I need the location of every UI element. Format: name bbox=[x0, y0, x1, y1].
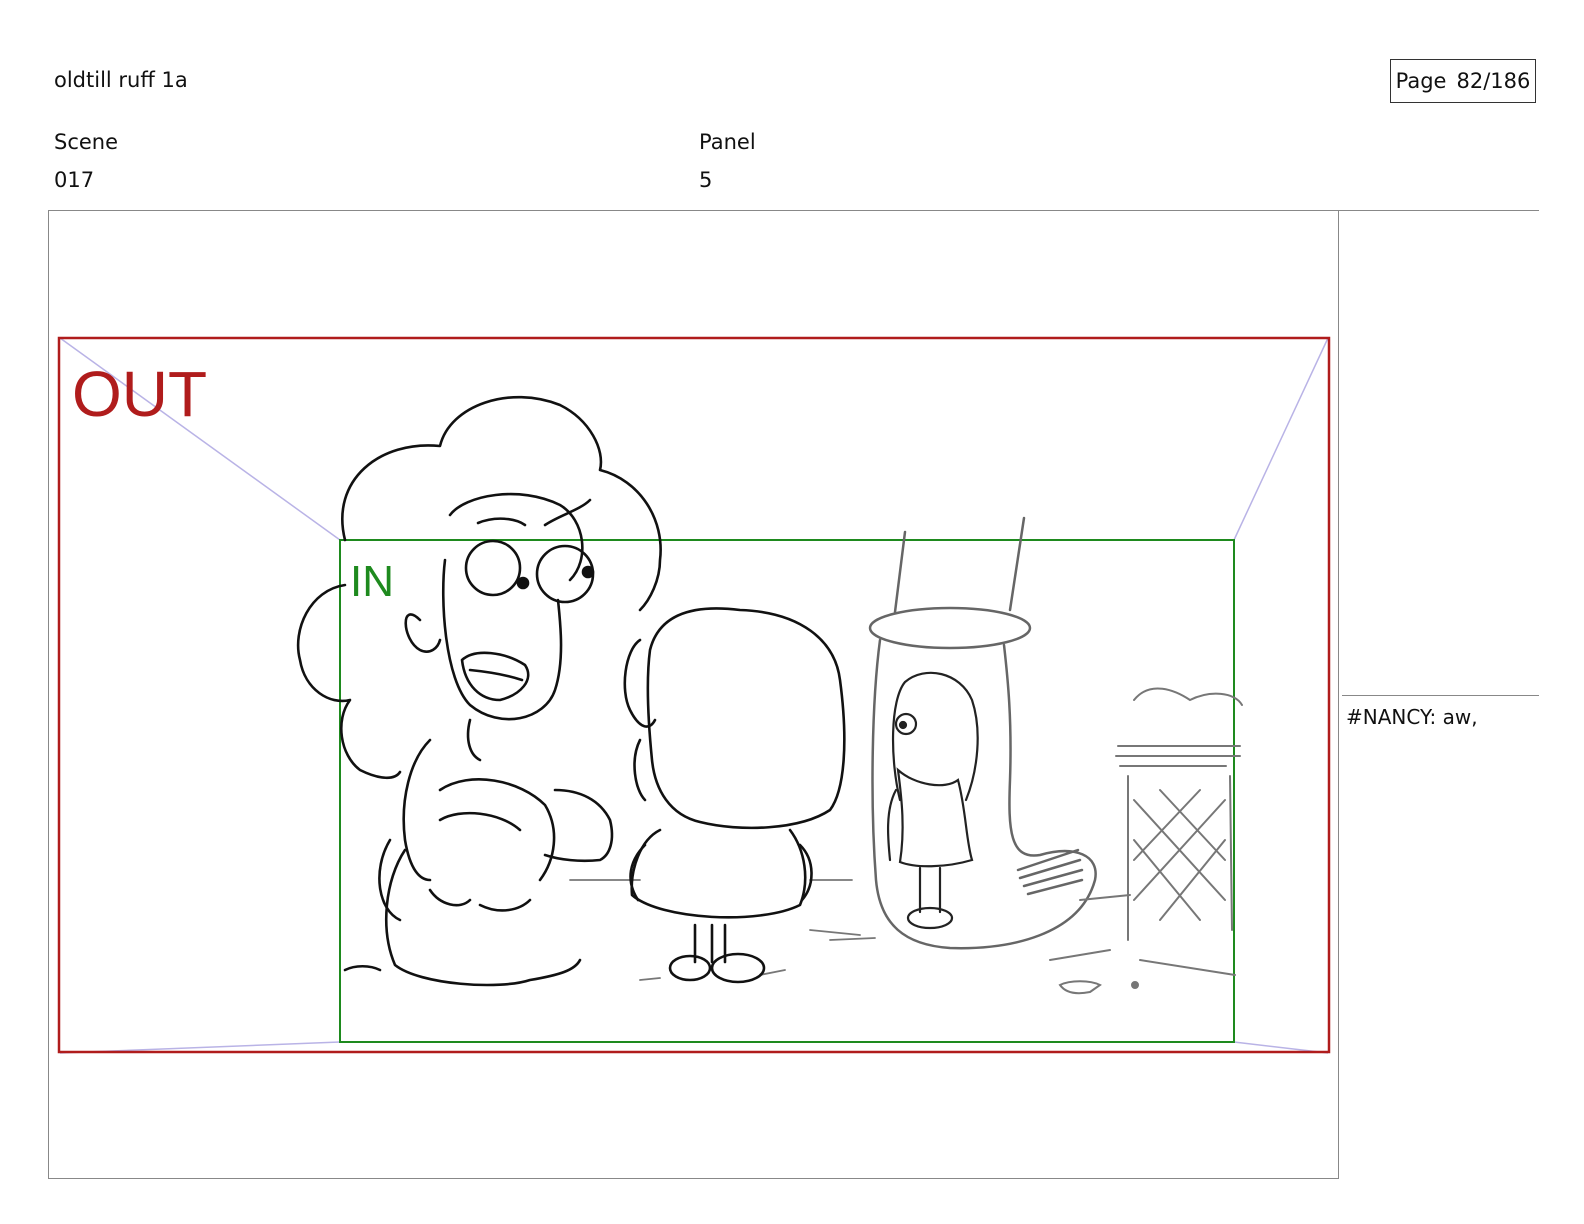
small-kid-figure bbox=[886, 671, 979, 930]
woman-figure bbox=[296, 396, 662, 987]
out-label: OUT bbox=[72, 358, 207, 430]
floor-lines bbox=[569, 879, 876, 981]
background-basket bbox=[1049, 687, 1243, 995]
panel-artwork: OUT IN bbox=[57, 336, 1331, 1054]
in-frame bbox=[339, 539, 1235, 1043]
girl-figure bbox=[623, 607, 846, 984]
in-label: IN bbox=[350, 557, 394, 606]
